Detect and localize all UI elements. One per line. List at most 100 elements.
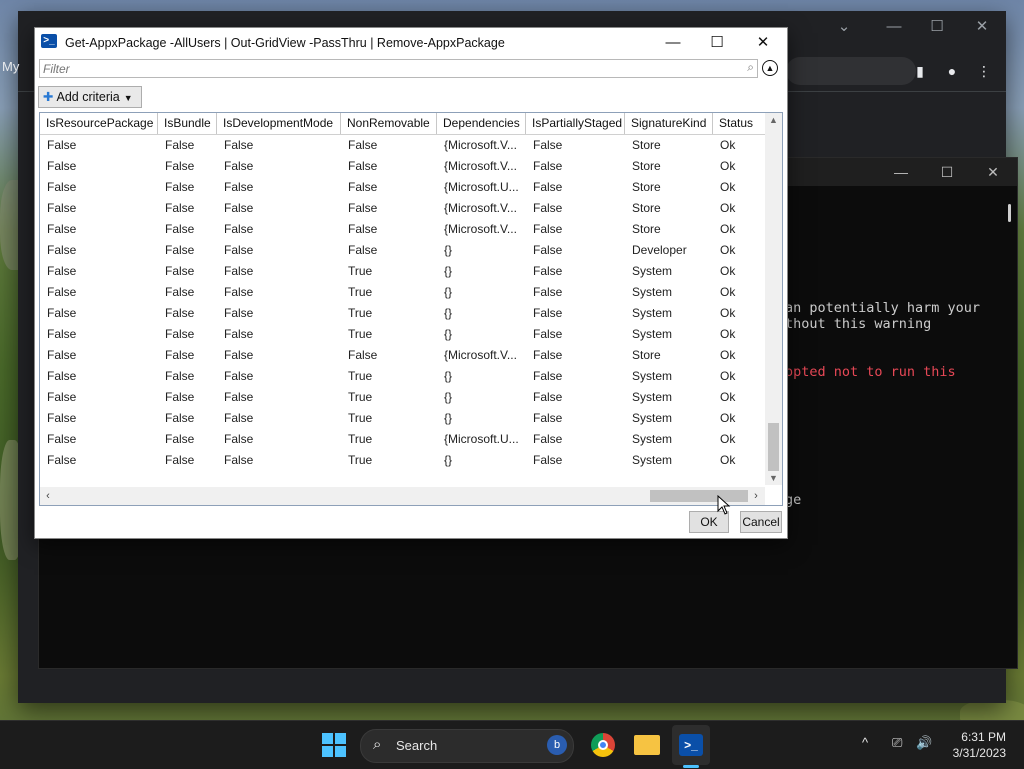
dialog-titlebar[interactable]: >_ Get-AppxPackage -AllUsers | Out-GridV… <box>35 28 787 58</box>
table-row[interactable]: False False False True {} False System Ok <box>40 261 770 282</box>
table-cell: Ok <box>720 264 736 278</box>
table-cell: False <box>224 222 254 236</box>
table-row[interactable]: False False False True {} False System Ok <box>40 450 770 471</box>
close-icon[interactable]: ✕ <box>983 162 1003 182</box>
table-cell: {} <box>444 285 453 299</box>
table-row[interactable]: False False False True {} False System Ok <box>40 408 770 429</box>
table-row[interactable]: False False False False {Microsoft.V... False… <box>40 198 770 219</box>
table-cell: {} <box>444 411 453 425</box>
table-cell: False <box>533 327 563 341</box>
powershell-icon[interactable]: >_ <box>679 734 703 756</box>
taskbar-search[interactable]: ⌕ Search b <box>360 729 574 763</box>
table-row[interactable]: False False False False {Microsoft.V... False… <box>40 156 770 177</box>
vertical-scrollbar[interactable]: ▲ ▼ <box>765 113 782 485</box>
column-header[interactable]: Dependencies <box>437 113 526 134</box>
column-header[interactable]: SignatureKind <box>625 113 713 134</box>
file-explorer-icon[interactable] <box>634 735 660 755</box>
vertical-scroll-thumb[interactable] <box>768 423 779 471</box>
maximize-icon[interactable]: ☐ <box>937 162 957 182</box>
table-cell: System <box>632 453 673 467</box>
table-row[interactable]: False False False False {Microsoft.U... False… <box>40 177 770 198</box>
table-row[interactable]: False False False False {} False Developer Ok <box>40 240 770 261</box>
column-header[interactable]: IsBundle <box>158 113 217 134</box>
table-cell: Store <box>632 180 661 194</box>
table-row[interactable]: False False False True {} False System Ok <box>40 303 770 324</box>
volume-icon[interactable]: 🔊 <box>916 735 932 751</box>
out-gridview-dialog[interactable]: >_ Get-AppxPackage -AllUsers | Out-GridV… <box>34 27 788 539</box>
network-icon[interactable]: ⎚ <box>892 735 902 751</box>
table-row[interactable]: False False False True {} False System Ok <box>40 366 770 387</box>
table-cell: False <box>224 201 254 215</box>
table-cell: False <box>165 222 195 236</box>
chevron-down-icon[interactable]: ⌄ <box>834 17 854 37</box>
terminal-scrollbar[interactable] <box>1008 204 1011 222</box>
collapse-criteria-icon[interactable]: ▲ <box>762 60 778 76</box>
table-row[interactable]: False False False False {Microsoft.V... False… <box>40 345 770 366</box>
table-cell: False <box>533 222 563 236</box>
clock-date: 3/31/2023 <box>952 746 1006 760</box>
column-header[interactable]: IsPartiallyStaged <box>526 113 625 134</box>
table-cell: False <box>533 348 563 362</box>
table-cell: True <box>348 285 373 299</box>
table-cell: System <box>632 264 673 278</box>
close-icon[interactable]: ✕ <box>972 17 992 37</box>
table-cell: False <box>533 285 563 299</box>
table-cell: False <box>224 453 254 467</box>
address-bar[interactable] <box>786 57 916 85</box>
table-cell: False <box>47 243 77 257</box>
table-row[interactable]: False False False True {} False System Ok <box>40 282 770 303</box>
chrome-icon[interactable] <box>591 733 615 757</box>
scroll-up-icon[interactable]: ▲ <box>765 113 782 127</box>
profile-icon[interactable]: ● <box>942 61 962 81</box>
scroll-down-icon[interactable]: ▼ <box>765 471 782 485</box>
table-row[interactable]: False False False True {} False System Ok <box>40 387 770 408</box>
horizontal-scroll-thumb[interactable] <box>650 490 748 502</box>
minimize-icon[interactable]: — <box>884 17 904 37</box>
maximize-icon[interactable]: ☐ <box>927 17 947 37</box>
table-cell: False <box>348 348 378 362</box>
table-cell: False <box>47 390 77 404</box>
clock[interactable]: 6:31 PM 3/31/2023 <box>953 729 1006 761</box>
maximize-button[interactable]: ☐ <box>703 32 731 54</box>
column-header[interactable]: Status <box>713 113 770 134</box>
table-cell: False <box>533 180 563 194</box>
table-row[interactable]: False False False True {} False System Ok <box>40 324 770 345</box>
table-cell: {} <box>444 453 453 467</box>
table-row[interactable]: False False False False {Microsoft.V... False… <box>40 219 770 240</box>
table-row[interactable]: False False False False {Microsoft.V... False… <box>40 135 770 156</box>
minimize-icon[interactable]: — <box>891 162 911 182</box>
table-cell: False <box>224 390 254 404</box>
column-header[interactable]: IsResourcePackage <box>40 113 158 134</box>
table-cell: False <box>47 432 77 446</box>
column-header[interactable]: IsDevelopmentMode <box>217 113 341 134</box>
table-cell: Ok <box>720 306 736 320</box>
sidebar-icon[interactable]: ▮ <box>910 61 930 81</box>
bing-icon[interactable]: b <box>547 735 567 755</box>
browser-partial-label: My <box>2 59 20 74</box>
table-cell: False <box>533 138 563 152</box>
add-criteria-button[interactable]: ✚ Add criteria ▼ <box>38 86 142 108</box>
table-row[interactable]: False False False True {Microsoft.U... False S… <box>40 429 770 450</box>
menu-icon[interactable]: ⋮ <box>974 61 994 81</box>
close-button[interactable]: ✕ <box>749 32 777 54</box>
table-cell: False <box>165 243 195 257</box>
dropdown-arrow-icon: ▼ <box>123 93 133 103</box>
table-cell: False <box>47 201 77 215</box>
start-icon[interactable] <box>322 733 346 757</box>
cancel-button[interactable]: Cancel <box>740 511 782 533</box>
table-cell: False <box>165 453 195 467</box>
table-cell: False <box>47 159 77 173</box>
table-cell: False <box>47 222 77 236</box>
table-cell: Ok <box>720 159 736 173</box>
filter-input[interactable] <box>40 61 733 77</box>
table-cell: False <box>224 285 254 299</box>
filter-field[interactable]: ⌕ <box>39 59 758 78</box>
column-header[interactable]: NonRemovable <box>341 113 437 134</box>
results-grid[interactable]: IsResourcePackage IsBundle IsDevelopmentMo… <box>39 112 783 506</box>
horizontal-scrollbar[interactable]: ‹ › <box>40 487 765 505</box>
chevron-up-icon[interactable]: ^ <box>862 735 868 750</box>
table-cell: False <box>165 390 195 404</box>
minimize-button[interactable]: — <box>659 32 687 54</box>
scroll-left-icon[interactable]: ‹ <box>40 487 56 505</box>
scroll-right-icon[interactable]: › <box>748 487 764 505</box>
